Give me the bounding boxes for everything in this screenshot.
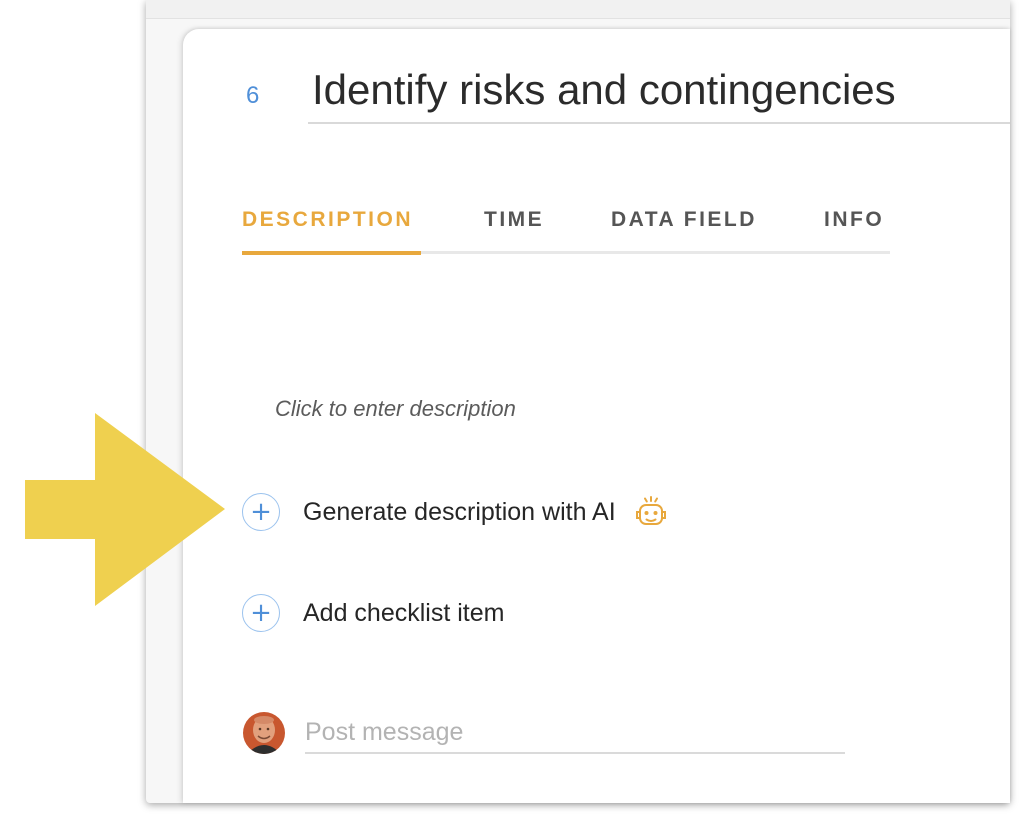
task-title[interactable]: Identify risks and contingencies — [312, 66, 896, 114]
yellow-arrow-icon — [25, 413, 225, 606]
background-panel-header — [146, 0, 1010, 19]
description-placeholder[interactable]: Click to enter description — [275, 396, 516, 422]
tab-bar: DESCRIPTION TIME DATA FIELD INFO — [242, 208, 890, 254]
generate-description-label[interactable]: Generate description with AI — [303, 498, 616, 527]
post-message-input[interactable] — [305, 712, 845, 754]
robot-icon — [635, 496, 666, 525]
plus-circle-icon[interactable]: + — [242, 594, 280, 632]
title-underline — [308, 122, 1010, 124]
tab-info[interactable]: INFO — [824, 208, 884, 232]
add-checklist-item-button[interactable]: + Add checklist item — [242, 593, 504, 633]
user-avatar — [243, 712, 285, 754]
task-number: 6 — [246, 82, 260, 109]
comment-composer — [243, 710, 848, 760]
generate-description-ai-button[interactable]: + Generate description with AI — [242, 492, 669, 532]
plus-circle-icon[interactable]: + — [242, 493, 280, 531]
tab-time[interactable]: TIME — [484, 208, 544, 232]
tab-data-field[interactable]: DATA FIELD — [611, 208, 757, 232]
active-tab-indicator — [242, 251, 421, 255]
add-checklist-label[interactable]: Add checklist item — [303, 599, 504, 628]
tab-description[interactable]: DESCRIPTION — [242, 208, 413, 232]
task-detail-screen: 6 Identify risks and contingencies DESCR… — [0, 0, 1030, 828]
